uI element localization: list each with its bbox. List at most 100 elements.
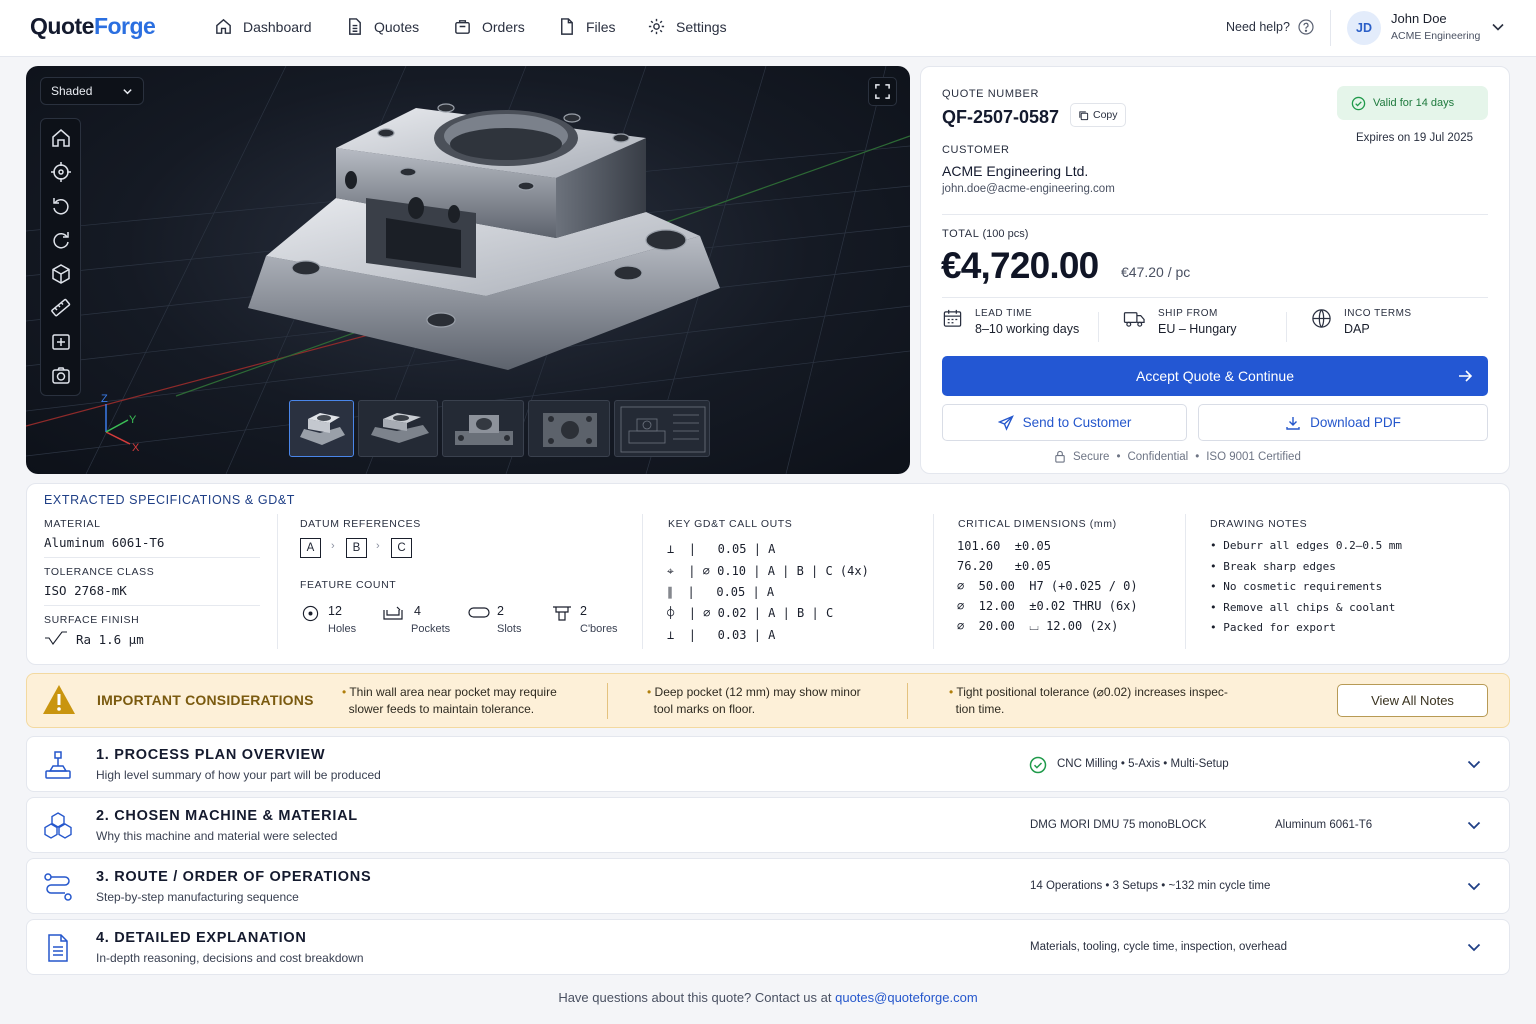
lock-icon bbox=[1055, 450, 1065, 463]
logo-text-forge: Forge bbox=[93, 13, 156, 39]
arrow-right-icon bbox=[1459, 370, 1473, 382]
user-org: ACME Engineering bbox=[1391, 30, 1481, 42]
crosshair-icon[interactable] bbox=[50, 161, 72, 183]
contact-email-link[interactable]: quotes@quoteforge.com bbox=[835, 990, 978, 1005]
fullscreen-button[interactable] bbox=[868, 77, 897, 106]
thumbnail-part-image bbox=[455, 415, 513, 445]
gear-icon bbox=[648, 18, 665, 35]
view-all-notes-button[interactable]: View All Notes bbox=[1337, 684, 1488, 717]
section-meta: CNC Milling • 5-Axis • Multi-Setup bbox=[1057, 758, 1229, 770]
nav-orders-label: Orders bbox=[482, 18, 525, 35]
consideration-item: • Deep pocket (12 mm) may show minor too… bbox=[647, 685, 861, 716]
send-to-customer-button[interactable]: Send to Customer bbox=[942, 404, 1187, 441]
fullscreen-icon bbox=[875, 84, 890, 99]
dims-label: CRITICAL DIMENSIONS (mm) bbox=[958, 518, 1117, 530]
section-meta: Materials, tooling, cycle time, inspecti… bbox=[1030, 941, 1287, 953]
nav-settings[interactable]: Settings bbox=[647, 17, 727, 36]
chevron-down-icon[interactable] bbox=[1466, 878, 1482, 894]
divider bbox=[942, 214, 1488, 215]
ruler-icon[interactable] bbox=[50, 297, 72, 319]
cbores-label: C'bores bbox=[580, 623, 618, 635]
divider bbox=[277, 514, 278, 649]
hole-icon bbox=[302, 605, 319, 622]
thumbnail-1[interactable] bbox=[289, 400, 354, 457]
home-icon[interactable] bbox=[50, 127, 72, 149]
chevron-down-icon[interactable] bbox=[1491, 20, 1505, 34]
app-logo[interactable]: QuoteForge bbox=[30, 13, 156, 40]
help-link[interactable]: Need help? bbox=[1226, 19, 1314, 35]
nav-dashboard[interactable]: Dashboard bbox=[214, 17, 312, 36]
section-subtitle: Why this machine and material were selec… bbox=[96, 829, 338, 843]
thumbnail-2[interactable] bbox=[358, 400, 438, 457]
shading-mode-select[interactable]: Shaded bbox=[40, 77, 144, 105]
section-detailed-explanation[interactable]: 4. DETAILED EXPLANATION In-depth reasoni… bbox=[26, 919, 1510, 975]
thumbnail-part-image bbox=[371, 413, 429, 443]
finish-label: SURFACE FINISH bbox=[44, 614, 140, 626]
tolerance-value: ISO 2768-mK bbox=[44, 583, 127, 598]
download-icon bbox=[1286, 416, 1300, 430]
view-toolbar bbox=[40, 118, 81, 396]
footer: Have questions about this quote? Contact… bbox=[0, 990, 1536, 1005]
gdt-row: ⌽ | ∅ 0.02 | A | B | C bbox=[667, 606, 833, 620]
camera-icon[interactable] bbox=[50, 365, 72, 387]
section-process-plan[interactable]: 1. PROCESS PLAN OVERVIEW High level summ… bbox=[26, 736, 1510, 792]
customer-email: john.doe@acme-engineering.com bbox=[942, 183, 1115, 195]
chevron-down-icon[interactable] bbox=[1466, 756, 1482, 772]
dimension-row: 76.20 ±0.05 bbox=[957, 559, 1051, 573]
section-machine-material[interactable]: 2. CHOSEN MACHINE & MATERIAL Why this ma… bbox=[26, 797, 1510, 853]
thumbnail-4[interactable] bbox=[528, 400, 610, 457]
rotate-icon[interactable] bbox=[50, 229, 72, 251]
drawing-note: • Break sharp edges bbox=[1210, 560, 1336, 573]
divider bbox=[942, 297, 1488, 298]
counterbore-icon bbox=[553, 606, 571, 621]
gdt-callout: | ∅ 0.10 | A | B | C (4x) bbox=[688, 564, 869, 578]
divider bbox=[907, 683, 908, 719]
unit-price: €47.20 / pc bbox=[1121, 264, 1191, 280]
accept-quote-button[interactable]: Accept Quote & Continue bbox=[942, 356, 1488, 396]
datum-b: B bbox=[346, 538, 367, 558]
nav-orders[interactable]: Orders bbox=[453, 17, 525, 36]
nav-files[interactable]: Files bbox=[557, 17, 616, 36]
chevron-down-icon[interactable] bbox=[1466, 817, 1482, 833]
section-title: 1. PROCESS PLAN OVERVIEW bbox=[96, 747, 326, 763]
bullet: • bbox=[1195, 450, 1200, 463]
divider bbox=[1098, 312, 1099, 342]
copy-button[interactable]: Copy bbox=[1070, 103, 1126, 127]
customer-name: ACME Engineering Ltd. bbox=[942, 163, 1089, 179]
thumbnail-3[interactable] bbox=[442, 400, 524, 457]
quote-summary-card: QUOTE NUMBER QF-2507-0587 Copy Valid for… bbox=[920, 66, 1510, 474]
thumbnail-5-drawing[interactable] bbox=[614, 400, 710, 457]
dimension-row: ∅ 20.00 ⌴ 12.00 (2x) bbox=[957, 619, 1119, 633]
divider bbox=[1286, 312, 1287, 342]
nav-quotes[interactable]: Quotes bbox=[345, 17, 419, 36]
perpendicularity-symbol: ⊥ bbox=[667, 628, 675, 642]
3d-viewer[interactable]: Shaded Z Y X bbox=[26, 66, 910, 474]
quote-number-label: QUOTE NUMBER bbox=[942, 88, 1040, 100]
drawing-note: • Deburr all edges 0.2–0.5 mm bbox=[1210, 539, 1403, 552]
section-view-icon[interactable] bbox=[50, 331, 72, 353]
undo-rotate-icon[interactable] bbox=[50, 195, 72, 217]
chevron-down-icon[interactable] bbox=[1466, 939, 1482, 955]
surface-finish-icon bbox=[45, 631, 67, 645]
dimension-row: ∅ 12.00 ±0.02 THRU (6x) bbox=[957, 599, 1138, 613]
check-circle-icon bbox=[1351, 96, 1366, 110]
cubes-icon bbox=[44, 812, 72, 839]
download-pdf-button[interactable]: Download PDF bbox=[1198, 404, 1488, 441]
consideration-text: Deep pocket (12 mm) may show minor bbox=[654, 685, 861, 699]
nav-settings-label: Settings bbox=[676, 18, 727, 35]
cube-icon[interactable] bbox=[50, 263, 72, 285]
warning-icon bbox=[43, 685, 75, 714]
box-icon bbox=[455, 20, 470, 34]
holes-label: Holes bbox=[328, 623, 357, 635]
globe-icon bbox=[1312, 309, 1331, 328]
user-name[interactable]: John Doe bbox=[1391, 11, 1447, 26]
divider bbox=[642, 514, 643, 649]
section-route-operations[interactable]: 3. ROUTE / ORDER OF OPERATIONS Step-by-s… bbox=[26, 858, 1510, 914]
material-label: MATERIAL bbox=[44, 518, 101, 530]
avatar[interactable]: JD bbox=[1347, 11, 1381, 45]
machine-name: DMG MORI DMU 75 monoBLOCK bbox=[1030, 819, 1207, 831]
divider bbox=[44, 557, 260, 558]
material-value: Aluminum 6061-T6 bbox=[44, 535, 165, 550]
bullet: • bbox=[1116, 450, 1121, 463]
gdt-callout: | 0.05 | A bbox=[688, 542, 776, 556]
